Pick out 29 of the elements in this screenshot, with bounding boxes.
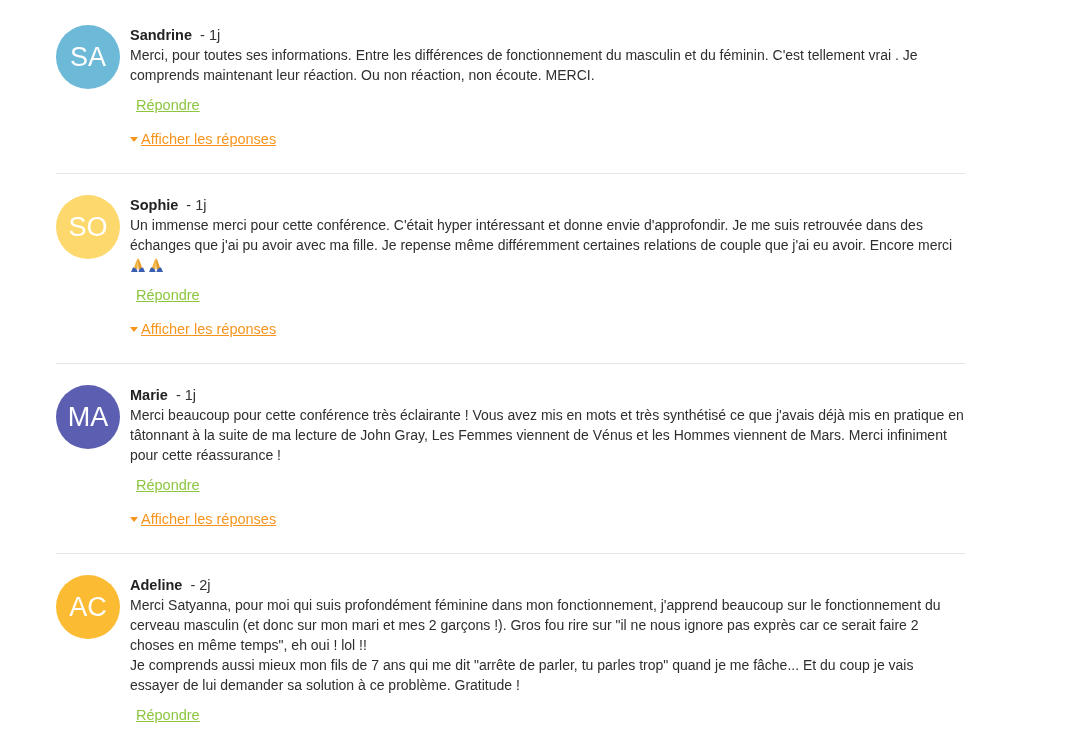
author-name: Marie bbox=[130, 387, 168, 403]
praying-hands-icon bbox=[148, 257, 164, 273]
reply-link[interactable]: Répondre bbox=[136, 477, 200, 493]
comment-time: - 2j bbox=[190, 577, 211, 593]
comment-text: Un immense merci pour cette conférence. C'était hyper intéressant et donne envie d'approfondir. Je me suis retrouvée dans des échanges que j'ai pu avoir avec ma fille. Je repense même différemment certaines relations de couple que j'ai eu avoir. Encore merci bbox=[130, 217, 953, 253]
comment-time: - 1j bbox=[186, 197, 207, 213]
comment-text: Merci, pour toutes ses informations. Entre les différences de fonctionnement du masculin et du féminin. C'est tellement vrai . Je comprends maintenant leur réaction. Ou non réaction, non écoute. MERCI. bbox=[130, 47, 918, 83]
author-name: Sophie bbox=[130, 197, 179, 213]
reply-link[interactable]: Répondre bbox=[136, 707, 200, 723]
reply-link[interactable]: Répondre bbox=[136, 287, 200, 303]
avatar: SO bbox=[56, 195, 120, 259]
caret-icon bbox=[130, 136, 138, 142]
comment-time: - 1j bbox=[175, 387, 197, 403]
comment-text: Merci beaucoup pour cette conférence très éclairante ! Vous avez mis en mots et très synthétisé ce que j'avais déjà mis en pratique en tâtonnant à la suite de ma lecture de John Gray, Les Femmes viennent de Vénus et les Hommes viennent de Mars. Merci infiniment pour cette réassurance ! bbox=[130, 407, 964, 463]
caret-icon bbox=[130, 516, 138, 522]
reply-link[interactable]: Répondre bbox=[136, 97, 200, 113]
comment-text: Je comprends aussi mieux mon fils de 7 ans qui me dit "arrête de parler, tu parles trop" quand je me fâche... Et du coup je vais essayer de lui demander sa solution à ce problème. Gratitude ! bbox=[130, 657, 914, 693]
show-replies-link[interactable]: Afficher les réponses bbox=[130, 511, 277, 527]
comment-text: Merci Satyanna, pour moi qui suis profondément féminine dans mon fonctionnement, j'apprend beaucoup sur le fonctionnement du cerveau masculin (et donc sur mon mari et mes 2 garçons !). Gros fou rire sur "il ne nous ignore pas exprès car ce serait faire 2 choses en même temps", eh oui ! lol !! bbox=[130, 597, 941, 653]
avatar: SA bbox=[56, 25, 120, 89]
show-replies-link[interactable]: Afficher les réponses bbox=[130, 131, 277, 147]
avatar: MA bbox=[56, 385, 120, 449]
comment-time: - 1j bbox=[200, 27, 221, 43]
author-name: Sandrine bbox=[130, 27, 193, 43]
show-replies-link[interactable]: Afficher les réponses bbox=[130, 321, 277, 337]
avatar: AC bbox=[56, 575, 120, 639]
author-name: Adeline bbox=[130, 577, 183, 593]
praying-hands-icon bbox=[130, 257, 146, 273]
caret-icon bbox=[130, 326, 138, 332]
